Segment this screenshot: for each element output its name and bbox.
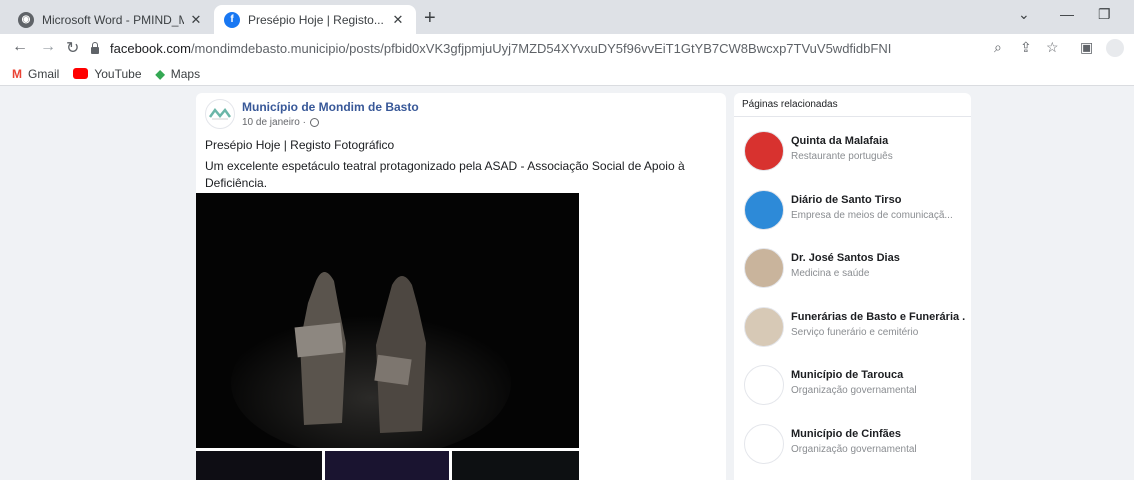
tab-title: Microsoft Word - PMIND_Munic [42, 12, 184, 27]
tab-title: Presépio Hoje | Registo... - Munic [248, 12, 386, 27]
post-photo[interactable] [196, 193, 579, 448]
tab-word-document[interactable]: ◉ Microsoft Word - PMIND_Munic ✕ [8, 5, 214, 34]
bookmarks-bar: M Gmail YouTube ◆ Maps [0, 62, 1134, 86]
minimize-icon[interactable]: — [1060, 6, 1074, 22]
forward-arrow-icon[interactable]: → [40, 38, 56, 56]
profile-avatar-icon[interactable] [1106, 39, 1124, 57]
url-text: facebook.com/mondimdebasto.municipio/pos… [110, 40, 892, 56]
photo-image [196, 193, 579, 448]
related-page-avatar[interactable] [744, 248, 784, 288]
bookmark-label: Gmail [28, 66, 60, 81]
related-page-name[interactable]: Funerárias de Basto e Funerária ... [791, 311, 966, 323]
bookmark-label: Maps [170, 66, 201, 81]
related-page-avatar[interactable] [744, 423, 784, 464]
bookmark-label: YouTube [94, 66, 142, 81]
photo-thumbnail[interactable] [325, 451, 449, 480]
mondim-logo-icon [209, 107, 231, 120]
related-page-avatar[interactable] [744, 365, 784, 405]
related-page-item[interactable]: Município de Tarouca Organização governam… [734, 363, 971, 413]
related-page-name[interactable]: Quinta da Malafaia [791, 135, 966, 147]
tab-strip: ◉ Microsoft Word - PMIND_Munic ✕ f Presé… [0, 0, 1134, 34]
related-page-category: Organização governamental [791, 385, 917, 396]
related-page-item[interactable]: Funerárias de Basto e Funerária ... Servi… [734, 305, 971, 355]
post-meta: 10 de janeiro · [242, 117, 319, 128]
page-avatar[interactable] [205, 99, 235, 129]
tab-facebook-post[interactable]: f Presépio Hoje | Registo... - Munic ✕ [214, 5, 416, 34]
related-page-name[interactable]: Município de Cinfães [791, 428, 966, 440]
bookmark-star-icon[interactable]: ☆ [1046, 39, 1059, 56]
facebook-post: Município de Mondim de Basto 10 de janei… [196, 93, 726, 480]
bookmark-maps[interactable]: ◆ Maps [156, 67, 201, 81]
side-panel-icon[interactable]: ▣ [1080, 39, 1093, 56]
related-page-category: Empresa de meios de comunicaçã... [791, 209, 953, 221]
related-page-category: Restaurante português [791, 151, 893, 162]
restore-icon[interactable]: ❐ [1098, 6, 1111, 23]
photo-thumbnail[interactable] [452, 451, 579, 480]
related-page-category: Medicina e saúde [791, 268, 870, 279]
related-divider [734, 116, 971, 117]
reload-icon[interactable]: ↻ [66, 38, 79, 58]
lock-icon [90, 42, 100, 54]
post-text-line: Presépio Hoje | Registo Fotográfico [205, 138, 395, 152]
related-page-avatar[interactable] [744, 131, 784, 171]
close-tab-icon[interactable]: ✕ [390, 12, 406, 28]
word-favicon-icon: ◉ [18, 11, 34, 28]
back-arrow-icon[interactable]: ← [12, 38, 28, 56]
related-page-avatar[interactable] [744, 189, 784, 230]
related-page-item[interactable]: Município de Cinfães Organização governam… [734, 422, 971, 472]
bookmark-youtube[interactable]: YouTube [73, 66, 142, 81]
youtube-icon [73, 68, 89, 79]
maps-icon: ◆ [155, 66, 165, 81]
post-text-line: Um excelente espetáculo teatral protagon… [205, 159, 685, 190]
new-tab-icon[interactable]: + [424, 7, 436, 30]
page-name-link[interactable]: Município de Mondim de Basto [242, 100, 419, 114]
related-page-category: Serviço funerário e cemitério [791, 326, 919, 338]
photo-thumbnail[interactable] [196, 451, 322, 480]
gmail-icon: M [12, 66, 22, 81]
close-tab-icon[interactable]: ✕ [188, 12, 204, 28]
related-page-avatar[interactable] [744, 306, 784, 347]
related-page-item[interactable]: Diário de Santo Tirso Empresa de meios de… [734, 188, 971, 238]
browser-toolbar: ← → ↻ facebook.com/mondimdebasto.municip… [0, 34, 1134, 62]
related-pages-title: Páginas relacionadas [742, 99, 838, 110]
post-date[interactable]: 10 de janeiro · [242, 117, 306, 128]
related-page-name[interactable]: Dr. José Santos Dias [791, 252, 966, 264]
related-page-name[interactable]: Diário de Santo Tirso [791, 194, 966, 206]
facebook-favicon-icon: f [224, 11, 240, 28]
related-page-item[interactable]: Quinta da Malafaia Restaurante português [734, 129, 971, 179]
related-page-item[interactable]: Dr. José Santos Dias Medicina e saúde [734, 246, 971, 296]
related-page-name[interactable]: Município de Tarouca [791, 369, 966, 381]
chevron-down-icon[interactable]: ⌄ [1018, 6, 1030, 23]
zoom-icon[interactable]: ⌕ [994, 39, 1002, 56]
globe-icon [309, 118, 319, 127]
share-icon[interactable]: ⇪ [1020, 39, 1032, 56]
address-bar[interactable]: facebook.com/mondimdebasto.municipio/pos… [90, 36, 970, 60]
related-pages-panel: Páginas relacionadas Quinta da Malafaia R… [734, 93, 971, 480]
bookmark-gmail[interactable]: M Gmail [12, 67, 59, 81]
related-page-category: Organização governamental [791, 443, 917, 455]
